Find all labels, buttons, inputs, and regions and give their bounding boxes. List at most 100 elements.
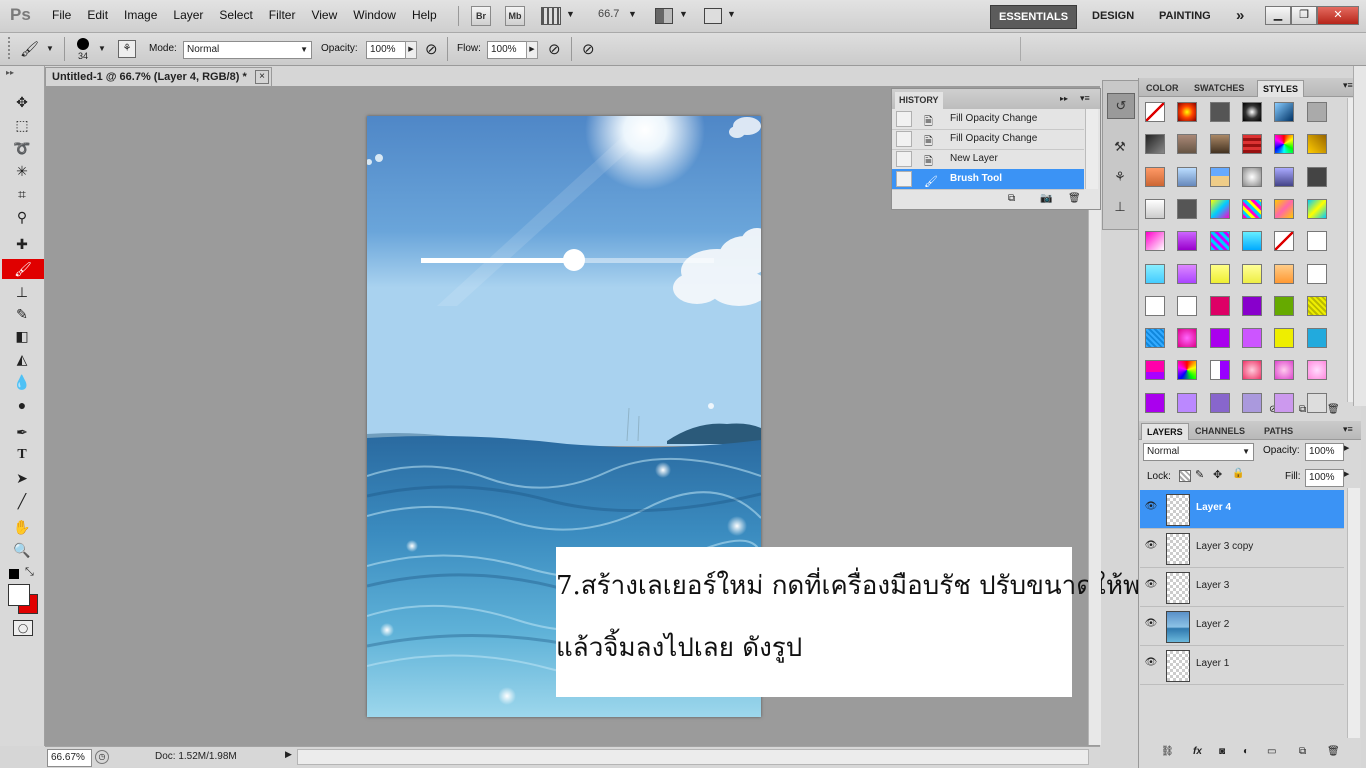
dock-scrollbar[interactable] (1353, 66, 1366, 406)
menu-window[interactable]: Window (345, 8, 404, 22)
crop-tool-icon[interactable]: ⌗ (11, 184, 33, 204)
layer-row[interactable]: 👁 Layer 1 (1140, 646, 1344, 685)
style-preset-swatch[interactable] (1210, 264, 1230, 284)
zoom-tool-icon[interactable]: 🔍 (11, 540, 33, 560)
style-preset-swatch[interactable] (1307, 296, 1327, 316)
style-preset-swatch[interactable] (1242, 264, 1262, 284)
style-preset-swatch[interactable] (1274, 296, 1294, 316)
delete-style-icon[interactable]: 🗑 (1327, 404, 1340, 415)
style-preset-swatch[interactable] (1242, 102, 1262, 122)
tab-channels[interactable]: CHANNELS (1190, 423, 1250, 439)
layer-row-selected[interactable]: 👁 Layer 4 (1140, 490, 1344, 529)
style-preset-swatch[interactable] (1242, 328, 1262, 348)
mini-bridge-button[interactable]: Mb (505, 6, 525, 26)
document-tab[interactable]: Untitled-1 @ 66.7% (Layer 4, RGB/8) * × (45, 67, 272, 86)
style-preset-swatch[interactable] (1274, 167, 1294, 187)
delete-layer-icon[interactable]: 🗑 (1327, 746, 1340, 757)
fill-arrow-icon[interactable]: ▶ (1344, 470, 1349, 478)
pen-tool-icon[interactable]: ✒ (11, 422, 33, 442)
history-scrollbar[interactable] (1085, 109, 1098, 189)
lasso-tool-icon[interactable]: ➰ (11, 138, 33, 158)
move-tool-icon[interactable]: ✥ (11, 92, 33, 112)
dodge-tool-icon[interactable]: ● (11, 395, 33, 415)
style-preset-swatch[interactable] (1242, 167, 1262, 187)
status-menu-arrow-icon[interactable]: ▶ (285, 749, 295, 763)
zoom-dropdown-icon[interactable]: ▼ (628, 9, 637, 19)
style-preset-swatch[interactable] (1307, 167, 1327, 187)
arrange-dropdown-icon[interactable]: ▼ (679, 9, 688, 19)
tool-preset-dropdown-icon[interactable]: ▼ (46, 44, 54, 53)
style-preset-swatch[interactable] (1274, 134, 1294, 154)
add-mask-icon[interactable]: ◙ (1219, 746, 1225, 757)
opacity-field[interactable]: 100% (366, 41, 407, 59)
styles-panel-menu-icon[interactable]: ▾≡ (1343, 80, 1353, 91)
close-document-icon[interactable]: × (255, 70, 269, 84)
history-tab[interactable]: HISTORY (895, 92, 943, 109)
visibility-eye-icon[interactable]: 👁 (1143, 657, 1159, 671)
chevron-down-icon[interactable]: ▼ (566, 9, 575, 19)
quick-selection-tool-icon[interactable]: ✳ (11, 161, 33, 181)
brush-tool-icon[interactable]: 🖌 (2, 259, 44, 279)
style-preset-swatch[interactable] (1145, 134, 1165, 154)
layer-blend-mode-select[interactable]: Normal ▼ (1143, 443, 1254, 461)
history-item[interactable]: 🗎 New Layer (892, 149, 1084, 170)
menu-filter[interactable]: Filter (261, 8, 304, 22)
style-preset-swatch[interactable] (1177, 296, 1197, 316)
history-brush-tool-icon[interactable]: ✎ (11, 304, 33, 324)
style-preset-swatch[interactable] (1274, 199, 1294, 219)
tab-styles[interactable]: STYLES (1257, 80, 1305, 97)
style-preset-swatch[interactable] (1177, 393, 1197, 413)
new-snapshot-icon[interactable]: 📷 (1040, 193, 1052, 204)
brush-picker-dropdown-icon[interactable]: ▼ (98, 44, 106, 53)
new-layer-icon[interactable]: ⧉ (1299, 746, 1306, 757)
style-preset-swatch[interactable] (1210, 199, 1230, 219)
workspace-essentials[interactable]: ESSENTIALS (990, 5, 1078, 29)
style-preset-swatch[interactable] (1210, 102, 1230, 122)
style-preset-swatch[interactable] (1145, 360, 1165, 380)
style-preset-swatch[interactable] (1242, 360, 1262, 380)
tab-color[interactable]: COLOR (1141, 80, 1184, 96)
history-panel-icon[interactable]: ↺ (1107, 93, 1135, 119)
menu-help[interactable]: Help (404, 8, 445, 22)
style-preset-swatch[interactable] (1177, 167, 1197, 187)
style-preset-swatch[interactable] (1210, 167, 1230, 187)
type-tool-icon[interactable]: T (11, 445, 33, 465)
healing-brush-tool-icon[interactable]: ✚ (11, 234, 33, 254)
style-preset-swatch[interactable] (1210, 296, 1230, 316)
style-preset-swatch[interactable] (1307, 134, 1327, 154)
brush-presets-icon[interactable]: ⚒ (1107, 135, 1133, 159)
visibility-eye-icon[interactable]: 👁 (1143, 540, 1159, 554)
collapse-panel-icon[interactable]: ▸▸ (1060, 94, 1068, 103)
menu-layer[interactable]: Layer (165, 8, 211, 22)
pressure-opacity-icon[interactable]: ⊘ (425, 40, 438, 58)
style-preset-swatch[interactable] (1307, 199, 1327, 219)
quick-mask-icon[interactable]: ◯ (13, 620, 33, 636)
style-preset-swatch[interactable] (1307, 102, 1327, 122)
menu-view[interactable]: View (303, 8, 345, 22)
style-preset-swatch[interactable] (1307, 328, 1327, 348)
layer-style-fx-icon[interactable]: fx (1193, 746, 1202, 757)
zoom-level-readout[interactable]: 66.7 (598, 8, 619, 20)
layer-row[interactable]: 👁 Layer 2 (1140, 607, 1344, 646)
style-preset-swatch[interactable] (1307, 360, 1327, 380)
mode-select[interactable]: Normal ▼ (183, 41, 312, 59)
style-preset-swatch[interactable] (1177, 231, 1197, 251)
layers-panel-menu-icon[interactable]: ▾≡ (1343, 424, 1353, 435)
view-extras-icon[interactable] (541, 7, 561, 25)
layer-row[interactable]: 👁 Layer 3 copy (1140, 529, 1344, 568)
style-preset-swatch[interactable] (1145, 393, 1165, 413)
flow-slider-arrow-icon[interactable]: ▶ (526, 41, 538, 59)
link-layers-icon[interactable]: ⛓ (1161, 746, 1174, 757)
style-preset-swatch[interactable] (1177, 360, 1197, 380)
style-preset-swatch[interactable] (1145, 296, 1165, 316)
menu-select[interactable]: Select (211, 8, 260, 22)
airbrush-icon[interactable]: ⊘ (548, 40, 561, 58)
style-preset-swatch[interactable] (1177, 102, 1197, 122)
hand-tool-icon[interactable]: ✋ (11, 517, 33, 537)
brush-tip-icon[interactable] (77, 38, 89, 50)
lock-position-icon[interactable]: ✥ (1213, 468, 1222, 481)
paint-bucket-tool-icon[interactable]: ◭ (11, 349, 33, 369)
style-preset-swatch[interactable] (1177, 134, 1197, 154)
arrange-documents-icon[interactable] (655, 8, 673, 24)
menu-file[interactable]: File (44, 8, 79, 22)
